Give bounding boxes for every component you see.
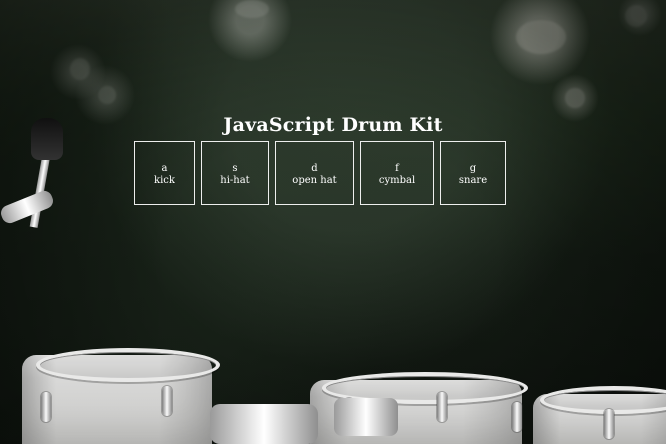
left-tom-rim [36,348,220,382]
sound-label: hi-hat [220,175,250,186]
drum-key-row: a kick s hi-hat d open hat f cymbal g sn… [134,141,506,207]
background-bokeh-light [565,88,585,108]
center-tom-lug [344,398,354,428]
drum-key-g[interactable]: g snare [440,141,506,205]
background-bokeh-light [70,58,90,80]
page-title: JavaScript Drum Kit [223,113,443,136]
center-tom-lug [512,402,522,432]
background-bokeh-light [235,0,269,18]
sound-label: open hat [292,175,337,186]
left-tom-lug [162,386,172,416]
background-bokeh-light [516,20,566,54]
sound-label: cymbal [378,175,416,186]
left-tom-drum [22,355,212,444]
sound-label: snare [458,175,488,186]
drum-key-s[interactable]: s hi-hat [201,141,269,205]
center-tom-lug [437,392,447,422]
right-tom-drum [533,394,666,444]
key-letter: a [161,163,168,174]
center-tom-rim [322,372,528,404]
drum-key-a[interactable]: a kick [134,141,195,205]
key-letter: f [395,163,399,174]
hihat-clamp [0,188,56,226]
background-bokeh-light [98,86,116,104]
mount-clamp [334,398,398,436]
mount-bracket [210,404,318,444]
key-letter: s [232,163,238,174]
key-letter: d [311,163,318,174]
background-shade [0,0,666,444]
background-bokeh-light [625,5,647,27]
right-tom-lug [604,409,614,439]
drum-kit-page: JavaScript Drum Kit a kick s hi-hat d op… [0,0,666,444]
center-tom-drum [310,380,522,444]
left-tom-lug [41,392,51,422]
drum-key-f[interactable]: f cymbal [360,141,434,205]
key-letter: g [469,163,477,174]
sound-label: kick [154,175,175,186]
right-tom-rim [540,386,666,414]
drum-key-d[interactable]: d open hat [275,141,354,205]
